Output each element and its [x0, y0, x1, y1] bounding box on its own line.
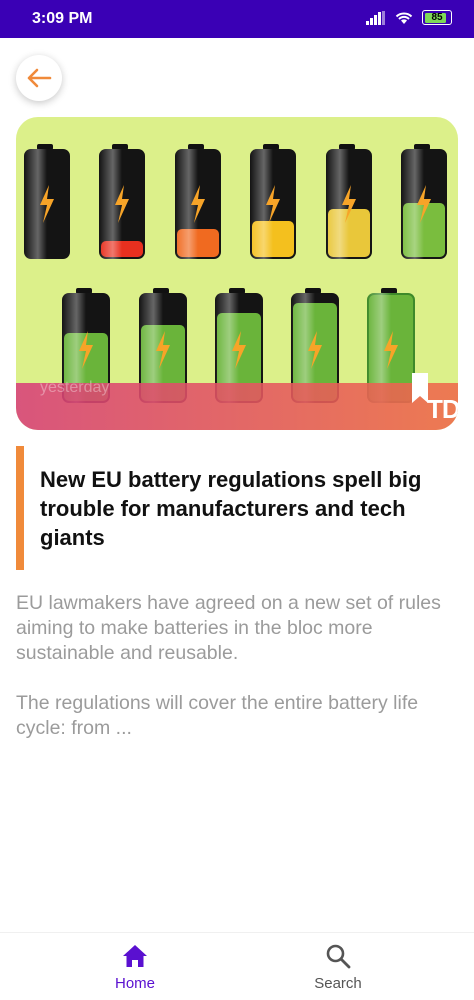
article-hero-image[interactable]: yesterday TD [16, 117, 458, 430]
search-icon [326, 944, 351, 969]
nav-home-label: Home [114, 975, 155, 992]
bottom-navigation: Home Search [0, 932, 474, 1000]
battery-empty [24, 144, 70, 259]
battery-icon: 85 [422, 10, 452, 25]
nav-search-label: Search [314, 975, 362, 992]
status-time: 3:09 PM [32, 10, 93, 27]
status-icons: 85 [366, 10, 452, 25]
home-icon [123, 945, 147, 967]
battery-orange [175, 144, 221, 259]
battery-yellow-low [250, 144, 296, 259]
back-button[interactable] [16, 55, 62, 101]
wifi-icon [395, 12, 413, 24]
battery-green-partial [401, 144, 447, 259]
nav-home[interactable]: Home [75, 943, 195, 992]
battery-red [99, 144, 145, 259]
article-date: yesterday [40, 379, 110, 396]
battery-percent: 85 [431, 12, 443, 23]
source-logo: TD [427, 394, 458, 424]
article-title: New EU battery regulations spell big tro… [40, 467, 422, 550]
arrow-left-icon [27, 68, 52, 88]
status-bar: 3:09 PM 85 [0, 0, 474, 38]
battery-row-1 [24, 144, 447, 259]
title-accent-bar [16, 446, 24, 570]
nav-search[interactable]: Search [278, 943, 398, 992]
battery-yellow-mid [326, 144, 372, 259]
signal-icon [366, 10, 385, 25]
article-summary: EU lawmakers have agreed on a new set of… [16, 592, 441, 739]
